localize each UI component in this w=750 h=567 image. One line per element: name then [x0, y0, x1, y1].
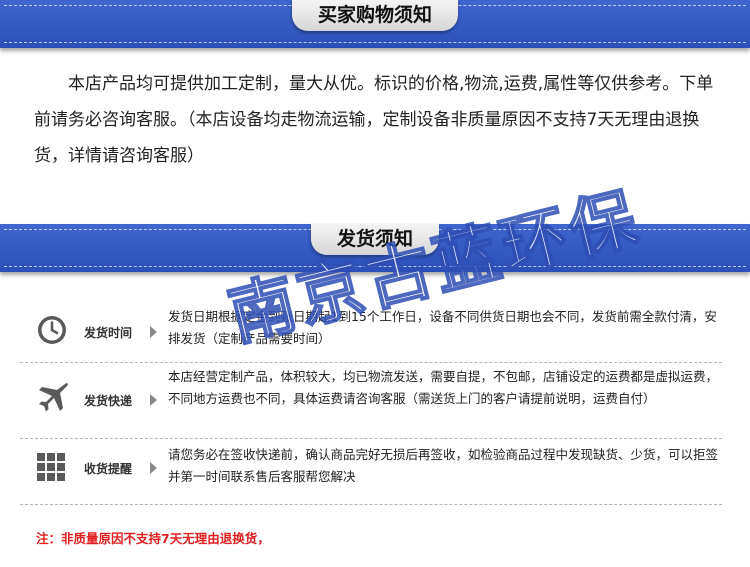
shipping-title: 发货须知: [310, 224, 440, 255]
shipping-banner: 发货须知: [0, 224, 750, 272]
return-policy-note: 注：非质量原因不支持7天无理由退换货，: [36, 531, 270, 546]
shipping-row-receipt: 收货提醒 请您务必在签收快递前，确认商品完好无损后再签收，如检验商品过程中发现缺…: [20, 444, 722, 492]
divider: [20, 504, 722, 505]
divider: [20, 438, 722, 439]
shipping-row-courier: 发货快递 本店经营定制产品，体积较大，均已物流发送，需要自提，不包邮，店铺设定的…: [20, 366, 722, 432]
shipping-row-text: 请您务必在签收快递前，确认商品完好无损后再签收，如检验商品过程中发现缺货、少货，…: [168, 447, 719, 484]
shipping-row-label: 发货快递: [84, 394, 133, 408]
arrow-right-icon: [150, 326, 157, 338]
airplane-icon: [39, 383, 68, 412]
arrow-right-icon: [150, 394, 157, 406]
clock-icon: [38, 316, 66, 344]
shipping-row-label: 发货时间: [84, 326, 133, 340]
notice-text: 本店产品均可提供加工定制，量大从优。标识的价格,物流,运费,属性等仅供参考。下单…: [34, 74, 714, 166]
divider: [20, 362, 722, 363]
shipping-row-time: 发货时间 发货日期根据定金到账日期起1到15个工作日，设备不同供货日期也会不同，…: [20, 306, 722, 356]
shipping-row-text: 本店经营定制产品，体积较大，均已物流发送，需要自提，不包邮，店铺设定的运费都是虚…: [168, 369, 719, 406]
arrow-right-icon: [150, 462, 157, 474]
notice-title: 买家购物须知: [291, 0, 459, 31]
shipping-row-label: 收货提醒: [84, 462, 133, 476]
grid-icon: [37, 453, 65, 481]
shipping-row-text: 发货日期根据定金到账日期起1到15个工作日，设备不同供货日期也会不同，发货前需全…: [168, 309, 717, 346]
notice-banner: 买家购物须知: [0, 0, 750, 48]
